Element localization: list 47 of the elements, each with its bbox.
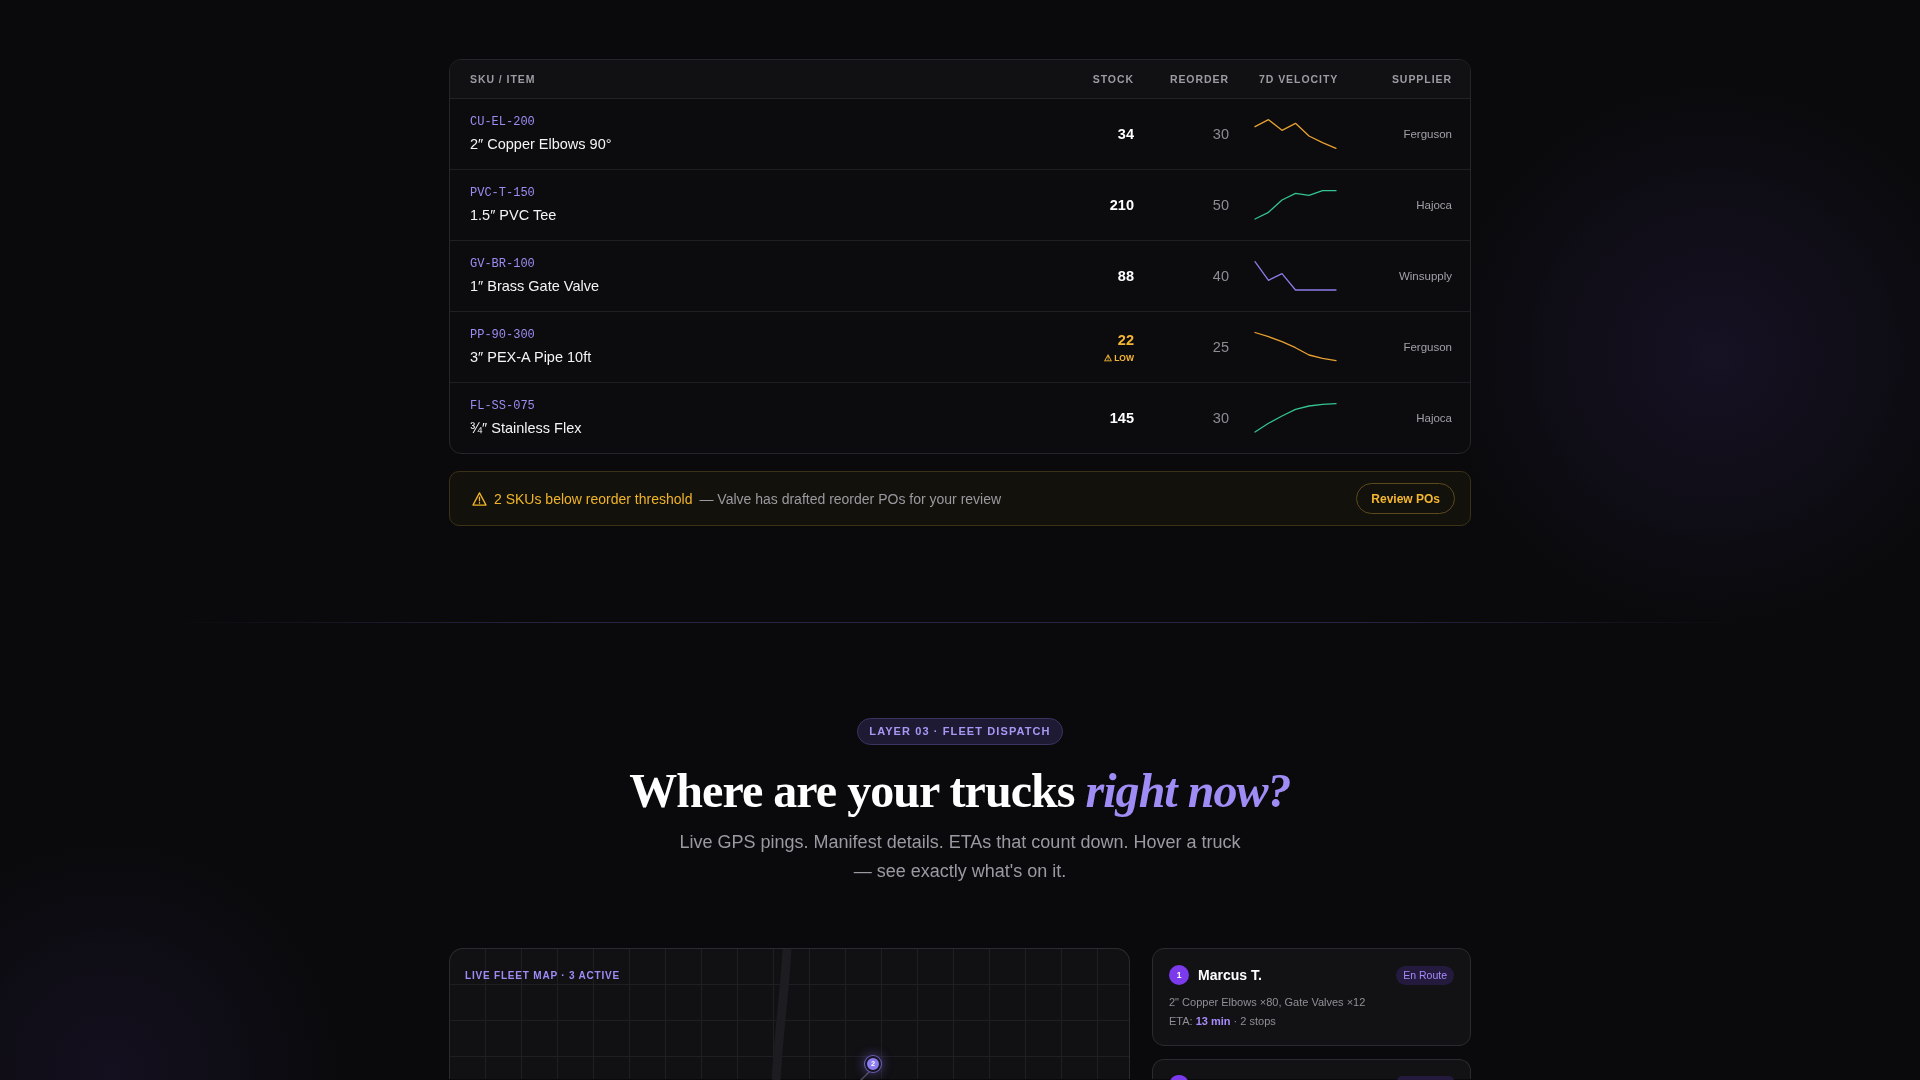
column-header: STOCK [1092,73,1134,85]
column-header: SUPPLIER [1391,73,1452,85]
reorder-level: 30 [1212,410,1229,426]
section-heading: Where are your trucks right now? [629,764,1291,817]
column-header: 7D VELOCITY [1259,73,1339,85]
item-name: ¾″ Stainless Flex [470,419,582,438]
reorder-level: 40 [1212,268,1229,284]
sku-code: PP-90-300 [470,327,535,343]
supplier-name: Winsupply [1398,270,1452,282]
column-header: SKU / ITEM [470,73,537,85]
section-subtitle: Live GPS pings. Manifest details. ETAs that count down. Hover a truck — see exactly what's on it. [678,831,1242,883]
supplier-name: Hajoca [1416,412,1452,424]
supplier-name: Hajoca [1416,199,1452,211]
driver-name: Marcus T. [1198,967,1262,983]
column-header: REORDER [1169,73,1229,85]
low-stock-label: ⚠ LOW [1103,352,1134,364]
section-label: LAYER 03 · FLEET DISPATCH [857,718,1063,745]
warning-icon [472,491,487,506]
reorder-level: 25 [1212,339,1229,355]
sku-code: PVC-T-150 [470,185,535,201]
item-name: 2″ Copper Elbows 90° [470,135,612,154]
eta-text: ETA: 13 min · 2 stops [1169,1014,1277,1029]
alert-detail: — Valve has drafted reorder POs for your review [699,490,1002,507]
manifest-text: 2" Copper Elbows ×80, Gate Valves ×12 [1169,995,1367,1010]
supplier-name: Ferguson [1403,128,1452,140]
sku-code: FL-SS-075 [470,398,535,414]
driver-number: 1 [1169,965,1189,985]
stock-count: 88 [1117,267,1134,285]
driver-card[interactable] [1152,1059,1471,1079]
reorder-level: 50 [1212,197,1229,213]
stock-count: 145 [1109,409,1134,427]
alert-headline: 2 SKUs below reorder threshold [494,490,693,507]
item-name: 1″ Brass Gate Valve [470,277,599,296]
route-line [860,1069,872,1080]
sku-code: GV-BR-100 [470,256,535,272]
supplier-name: Ferguson [1403,341,1452,353]
status-pill [1397,1076,1454,1080]
status-pill: En Route [1396,965,1454,985]
reorder-level: 30 [1212,126,1229,142]
stock-count: 34 [1117,125,1134,143]
sku-code: CU-EL-200 [470,114,535,130]
stock-count: 210 [1109,196,1134,214]
map-label: LIVE FLEET MAP · 3 ACTIVE [465,970,620,981]
item-name: 3″ PEX-A Pipe 10ft [470,348,592,367]
driver-card[interactable]: 1 Marcus T. En Route 2" Copper Elbows ×80, Gate Valves ×12 ETA: 13 min · 2 stops [1152,948,1471,1046]
item-name: 1.5″ PVC Tee [470,206,557,225]
stock-count: 22 [1117,330,1134,349]
